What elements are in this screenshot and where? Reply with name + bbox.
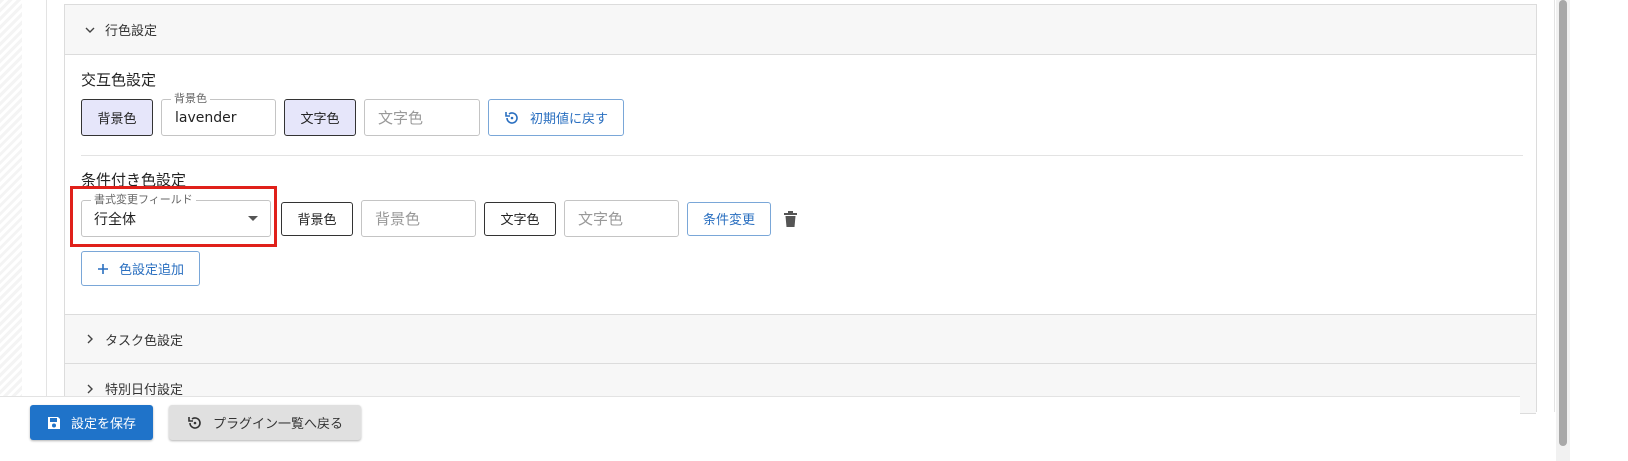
format-field-label: 書式変更フィールド bbox=[91, 193, 196, 207]
alternate-bg-color-button[interactable]: 背景色 bbox=[81, 99, 153, 136]
format-field-value: 行全体 bbox=[94, 211, 136, 228]
trash-icon[interactable] bbox=[781, 210, 799, 228]
chevron-right-icon bbox=[79, 328, 101, 350]
add-color-setting-button[interactable]: 色設定追加 bbox=[81, 251, 201, 286]
conditional-color-title: 条件付き色設定 bbox=[81, 171, 187, 189]
accordion-row-color-header[interactable]: 行色設定 bbox=[65, 5, 1536, 55]
accordion-row-color-title: 行色設定 bbox=[105, 24, 158, 39]
page-background-stripe bbox=[0, 0, 22, 410]
accordion-task-color-title: タスク色設定 bbox=[105, 333, 184, 349]
add-color-row: 色設定追加 bbox=[81, 251, 201, 286]
change-condition-button[interactable]: 条件変更 bbox=[687, 201, 772, 236]
alternate-text-color-button[interactable]: 文字色 bbox=[284, 99, 356, 136]
dropdown-caret-icon bbox=[248, 216, 258, 221]
back-to-plugin-list-button[interactable]: プラグイン一覧へ戻る bbox=[169, 405, 361, 440]
scrollbar-thumb[interactable] bbox=[1559, 0, 1567, 446]
alternate-text-color-placeholder: 文字色 bbox=[378, 109, 424, 127]
save-icon bbox=[47, 416, 61, 430]
conditional-text-color-field[interactable]: 文字色 bbox=[564, 200, 679, 237]
conditional-bg-color-field[interactable]: 背景色 bbox=[361, 200, 476, 237]
conditional-bg-color-placeholder: 背景色 bbox=[375, 210, 421, 228]
chevron-down-icon bbox=[79, 19, 101, 41]
reset-default-button[interactable]: 初期値に戻す bbox=[488, 99, 625, 136]
conditional-bg-color-button[interactable]: 背景色 bbox=[281, 201, 353, 236]
alternate-bg-color-value: lavender bbox=[175, 109, 237, 126]
alternate-color-row: 背景色 背景色 lavender 文字色 文字色 初期値に戻す bbox=[81, 92, 625, 136]
alternate-bg-color-label: 背景色 bbox=[171, 92, 210, 106]
alternate-color-title: 交互色設定 bbox=[81, 71, 157, 89]
plus-icon bbox=[97, 263, 109, 275]
conditional-color-row: 書式変更フィールド 行全体 背景色 背景色 文字色 文字色 条件変更 bbox=[81, 193, 799, 237]
add-color-setting-label: 色設定追加 bbox=[119, 263, 185, 278]
vertical-scrollbar[interactable] bbox=[1556, 0, 1570, 461]
back-to-plugin-list-label: プラグイン一覧へ戻る bbox=[212, 417, 343, 432]
conditional-text-color-button[interactable]: 文字色 bbox=[484, 201, 556, 236]
settings-panel: 行色設定 交互色設定 背景色 背景色 lavender 文字色 文字色 初期値に… bbox=[64, 4, 1537, 414]
restore-icon bbox=[187, 415, 203, 431]
alternate-bg-color-field[interactable]: 背景色 lavender bbox=[161, 92, 276, 136]
restore-icon bbox=[504, 110, 520, 126]
reset-default-label: 初期値に戻す bbox=[530, 112, 609, 127]
section-divider bbox=[81, 155, 1523, 156]
alternate-text-color-field[interactable]: 文字色 bbox=[364, 99, 480, 136]
conditional-text-color-placeholder: 文字色 bbox=[578, 210, 624, 228]
accordion-task-color-header[interactable]: タスク色設定 bbox=[65, 314, 1536, 364]
save-settings-label: 設定を保存 bbox=[70, 417, 136, 432]
format-field-select[interactable]: 書式変更フィールド 行全体 bbox=[81, 193, 271, 237]
save-settings-button[interactable]: 設定を保存 bbox=[30, 405, 153, 440]
